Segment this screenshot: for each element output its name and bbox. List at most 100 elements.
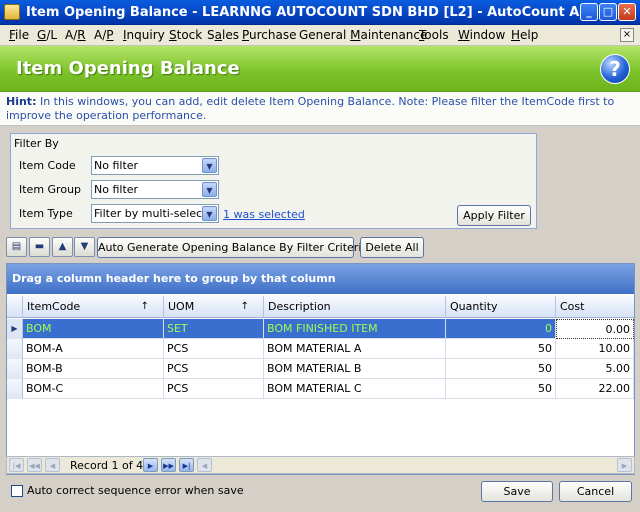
- page-title: Item Opening Balance: [16, 58, 240, 79]
- table-row[interactable]: BOM-A PCS BOM MATERIAL A 50 10.00: [7, 339, 634, 359]
- close-button[interactable]: ✕: [618, 3, 636, 21]
- menu-help[interactable]: Help: [511, 28, 538, 43]
- column-header-quantity[interactable]: Quantity: [446, 296, 556, 318]
- menu-gl[interactable]: G/L: [37, 28, 57, 43]
- cell-description[interactable]: BOM FINISHED ITEM: [264, 319, 446, 339]
- cell-quantity[interactable]: 0: [446, 319, 556, 339]
- cell-quantity[interactable]: 50: [446, 359, 556, 379]
- item-group-label: Item Group: [19, 183, 82, 196]
- cell-itemcode[interactable]: BOM-A: [23, 339, 164, 359]
- record-counter: Record 1 of 4: [70, 459, 144, 472]
- menu-window[interactable]: Window: [458, 28, 505, 43]
- first-record-icon[interactable]: |◀: [9, 458, 24, 472]
- help-icon[interactable]: ?: [600, 54, 630, 84]
- hint-label: Hint:: [6, 95, 37, 108]
- column-header-uom[interactable]: UOM ↑: [164, 296, 264, 318]
- table-row[interactable]: BOM-B PCS BOM MATERIAL B 50 5.00: [7, 359, 634, 379]
- menu-bar: File G/L A/R A/P Inquiry Stock Sales Pur…: [0, 25, 640, 46]
- cell-cost[interactable]: 5.00: [556, 359, 634, 379]
- cell-cost[interactable]: 0.00: [556, 319, 634, 339]
- sort-asc-icon: ↑: [140, 301, 149, 312]
- cell-uom[interactable]: PCS: [164, 359, 264, 379]
- cell-itemcode[interactable]: BOM-C: [23, 379, 164, 399]
- item-code-value: No filter: [94, 159, 139, 172]
- scroll-right-icon[interactable]: ▶: [617, 458, 632, 472]
- hint-panel: Hint: In this windows, you can add, edit…: [0, 92, 640, 126]
- item-type-combo[interactable]: Filter by multi-select ▼: [91, 204, 219, 223]
- row-indicator: [7, 379, 23, 399]
- record-navigator: |◀ ◀◀ ◀ Record 1 of 4 ▶ ▶▶ ▶| ◀ ▶: [6, 456, 635, 474]
- move-down-icon[interactable]: ▼: [74, 237, 95, 257]
- item-group-combo[interactable]: No filter ▼: [91, 180, 219, 199]
- page-header: Item Opening Balance: [0, 46, 640, 92]
- column-header-itemcode[interactable]: ItemCode ↑: [23, 296, 164, 318]
- cell-uom[interactable]: SET: [164, 319, 264, 339]
- remove-row-icon[interactable]: ▬: [29, 237, 50, 257]
- next-page-icon[interactable]: ▶▶: [161, 458, 176, 472]
- row-indicator: [7, 359, 23, 379]
- menu-ar[interactable]: A/R: [65, 28, 86, 43]
- column-header-description[interactable]: Description: [264, 296, 446, 318]
- filter-group: Filter By Item Code No filter ▼ Item Gro…: [10, 133, 537, 229]
- mdi-close-icon[interactable]: ×: [620, 28, 634, 42]
- cell-itemcode[interactable]: BOM: [23, 319, 164, 339]
- cell-cost[interactable]: 22.00: [556, 379, 634, 399]
- column-header-row: ItemCode ↑ UOM ↑ Description Quantity Cost: [7, 296, 634, 318]
- cell-quantity[interactable]: 50: [446, 379, 556, 399]
- menu-inquiry[interactable]: Inquiry: [123, 28, 165, 43]
- menu-file[interactable]: File: [9, 28, 29, 43]
- last-record-icon[interactable]: ▶|: [179, 458, 194, 472]
- auto-generate-button[interactable]: Auto Generate Opening Balance By Filter …: [97, 237, 368, 258]
- prev-page-icon[interactable]: ◀◀: [27, 458, 42, 472]
- item-code-combo[interactable]: No filter ▼: [91, 156, 219, 175]
- filter-legend: Filter By: [14, 137, 59, 150]
- selected-link[interactable]: 1 was selected: [223, 208, 305, 221]
- window-title: Item Opening Balance - LEARNNG AUTOCOUNT…: [26, 5, 586, 20]
- chevron-down-icon[interactable]: ▼: [202, 206, 217, 221]
- column-header-cost[interactable]: Cost: [556, 296, 634, 318]
- auto-correct-checkbox[interactable]: [11, 485, 23, 497]
- current-row-icon: ▶: [7, 319, 23, 339]
- minimize-button[interactable]: _: [580, 3, 598, 21]
- title-bar[interactable]: Item Opening Balance - LEARNNG AUTOCOUNT…: [0, 0, 640, 25]
- item-code-label: Item Code: [19, 159, 76, 172]
- table-row[interactable]: BOM-C PCS BOM MATERIAL C 50 22.00: [7, 379, 634, 399]
- menu-purchase[interactable]: Purchase: [242, 28, 297, 43]
- scroll-left-icon[interactable]: ◀: [197, 458, 212, 472]
- delete-all-button[interactable]: Delete All: [360, 237, 424, 258]
- new-document-icon[interactable]: ▤: [6, 237, 27, 257]
- app-icon: [4, 4, 20, 20]
- restore-button[interactable]: □: [599, 3, 617, 21]
- save-button[interactable]: Save: [481, 481, 553, 502]
- apply-filter-button[interactable]: Apply Filter: [457, 205, 531, 226]
- cell-description[interactable]: BOM MATERIAL B: [264, 359, 446, 379]
- cell-description[interactable]: BOM MATERIAL C: [264, 379, 446, 399]
- row-indicator-header: [7, 296, 23, 318]
- chevron-down-icon[interactable]: ▼: [202, 158, 217, 173]
- menu-sales[interactable]: Sales: [207, 28, 239, 43]
- next-record-icon[interactable]: ▶: [143, 458, 158, 472]
- cell-uom[interactable]: PCS: [164, 339, 264, 359]
- cell-itemcode[interactable]: BOM-B: [23, 359, 164, 379]
- item-type-label: Item Type: [19, 207, 73, 220]
- menu-tools[interactable]: Tools: [419, 28, 449, 43]
- cell-cost[interactable]: 10.00: [556, 339, 634, 359]
- row-indicator: [7, 339, 23, 359]
- menu-ap[interactable]: A/P: [94, 28, 114, 43]
- move-up-icon[interactable]: ▲: [52, 237, 73, 257]
- chevron-down-icon[interactable]: ▼: [202, 182, 217, 197]
- cell-description[interactable]: BOM MATERIAL A: [264, 339, 446, 359]
- item-group-value: No filter: [94, 183, 139, 196]
- table-row[interactable]: ▶ BOM SET BOM FINISHED ITEM 0 0.00: [7, 319, 634, 339]
- auto-correct-label[interactable]: Auto correct sequence error when save: [27, 484, 244, 497]
- prev-record-icon[interactable]: ◀: [45, 458, 60, 472]
- menu-general-maintenance[interactable]: General Maintenance: [299, 28, 427, 43]
- opening-balance-grid[interactable]: Drag a column header here to group by th…: [6, 263, 635, 475]
- group-by-panel[interactable]: Drag a column header here to group by th…: [7, 264, 634, 294]
- cell-quantity[interactable]: 50: [446, 339, 556, 359]
- item-type-value: Filter by multi-select: [94, 207, 207, 220]
- menu-stock[interactable]: Stock: [169, 28, 202, 43]
- hint-text: In this windows, you can add, edit delet…: [6, 95, 615, 122]
- cell-uom[interactable]: PCS: [164, 379, 264, 399]
- cancel-button[interactable]: Cancel: [559, 481, 632, 502]
